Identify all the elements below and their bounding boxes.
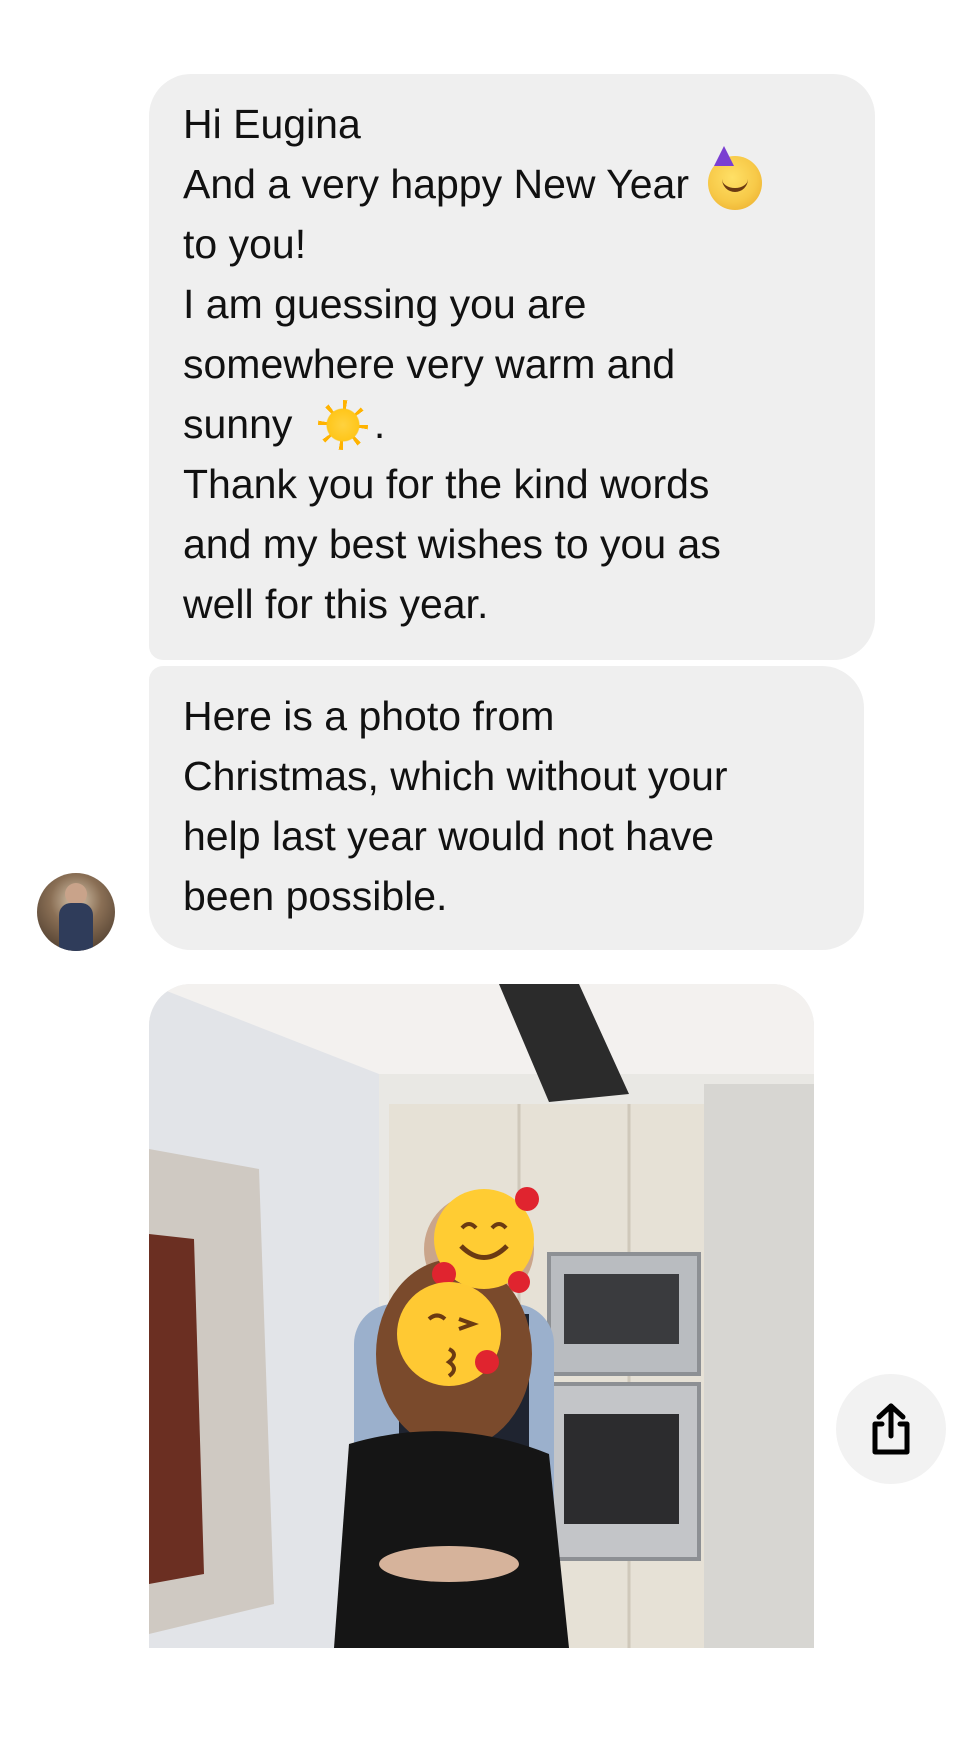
message-line: And a very happy New Year <box>183 146 841 214</box>
photo-image <box>149 984 814 1648</box>
share-button[interactable] <box>836 1374 946 1484</box>
message-line: Hi Eugina <box>183 101 361 147</box>
message-line: to you! <box>183 221 307 267</box>
share-icon <box>872 1403 910 1455</box>
message-line: help last year would not have <box>183 813 715 859</box>
message-line: I am guessing you are <box>183 281 587 327</box>
message-line-text: sunny <box>183 401 304 447</box>
sun-emoji-icon <box>317 400 368 450</box>
message-line: Here is a photo from <box>183 693 555 739</box>
avatar-head <box>65 883 87 905</box>
photo-attachment[interactable] <box>149 984 814 1648</box>
message-line: Thank you for the kind words <box>183 461 710 507</box>
message-line-text: And a very happy New Year <box>183 161 701 207</box>
message-line: been possible. <box>183 873 448 919</box>
message-bubble-photo-caption[interactable]: Here is a photo from Christmas, which wi… <box>149 666 864 950</box>
sender-avatar[interactable] <box>37 873 115 951</box>
message-line: somewhere very warm and <box>183 341 676 387</box>
message-line: Christmas, which without your <box>183 753 728 799</box>
face-blowing-a-kiss-emoji-icon <box>397 1282 501 1386</box>
message-line-suffix: . <box>373 401 386 447</box>
message-bubble-greeting[interactable]: Hi Eugina And a very happy New Year to y… <box>149 74 875 660</box>
message-line: well for this year. <box>183 581 489 627</box>
partying-face-emoji-icon <box>708 146 763 210</box>
message-line: and my best wishes to you as <box>183 521 721 567</box>
avatar-body <box>59 903 93 951</box>
message-line: sunny . <box>183 394 841 454</box>
